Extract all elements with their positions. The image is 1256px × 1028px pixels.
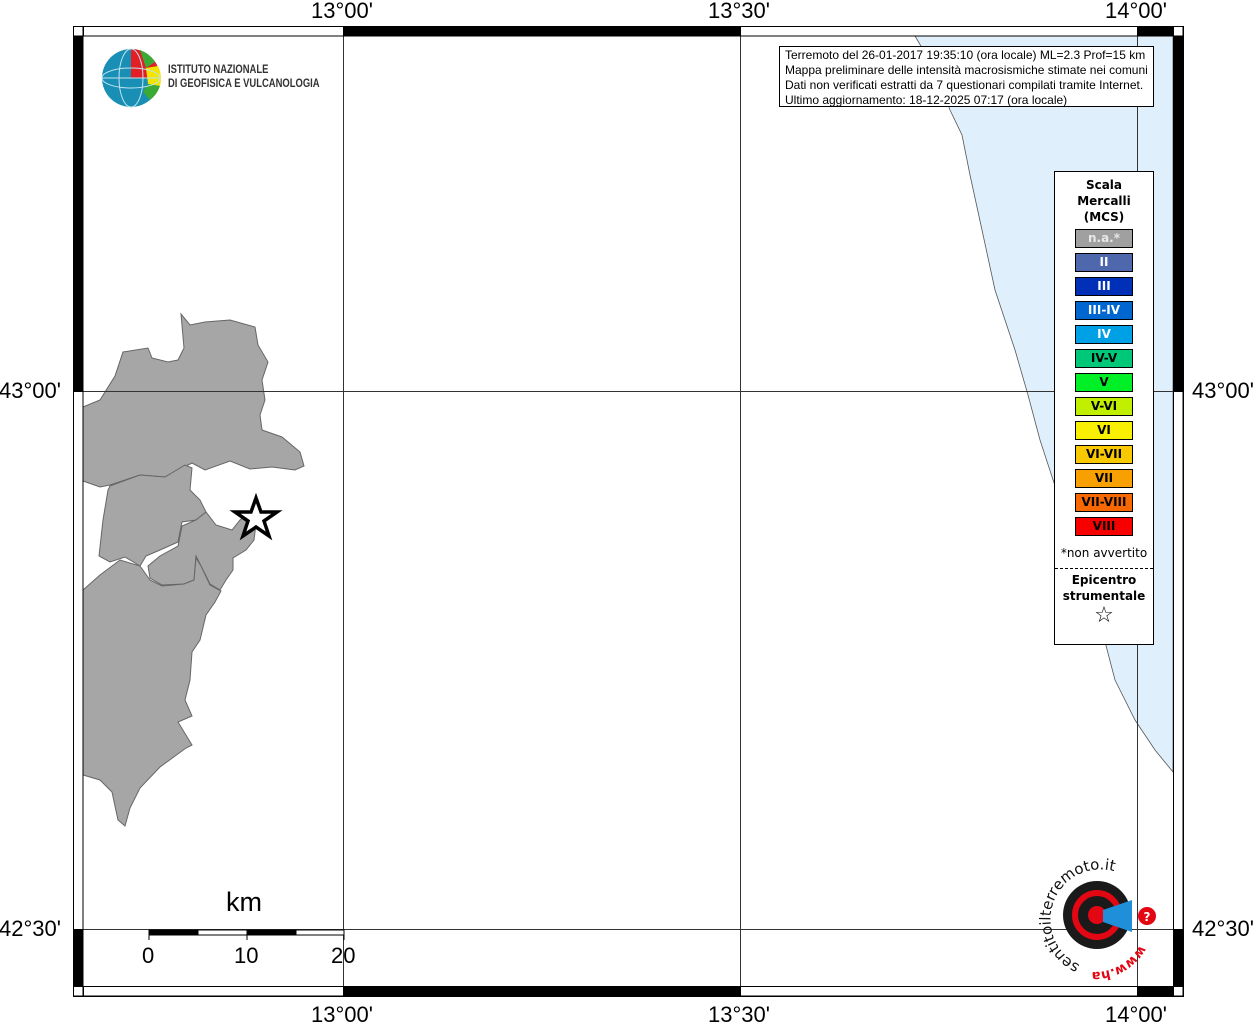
legend-divider	[1055, 568, 1153, 569]
lon-label-bottom-13-00: 13°00'	[311, 1002, 373, 1027]
scale-tick-20: 20	[331, 943, 356, 968]
legend-swatch: III-IV	[1075, 301, 1133, 320]
scale-tick-10: 10	[234, 943, 259, 968]
legend-swatch: IV-V	[1075, 349, 1133, 368]
lat-label-right-43-00: 43°00'	[1192, 378, 1254, 403]
lat-label-right-42-30: 42°30'	[1192, 916, 1254, 941]
lat-label-left-43-00: 43°00'	[0, 378, 61, 403]
scale-unit: km	[226, 887, 262, 917]
legend-epicenter-line2: strumentale	[1062, 589, 1146, 603]
ingv-logo-text: ISTITUTO NAZIONALE DI GEOFISICA E VULCAN…	[168, 63, 320, 91]
lon-label-bottom-13-30: 13°30'	[708, 1002, 770, 1027]
legend-swatch: VI-VII	[1075, 445, 1133, 464]
legend-swatch: n.a.*	[1075, 229, 1133, 248]
legend-swatch: II	[1075, 253, 1133, 272]
legend-swatch: V-VI	[1075, 397, 1133, 416]
legend-title-line1: Scala	[1085, 178, 1123, 192]
legend-epicenter-line1: Epicentro	[1071, 573, 1137, 587]
legend-swatch: IV	[1075, 325, 1133, 344]
legend-swatch: III	[1075, 277, 1133, 296]
legend-star-icon: ☆	[1094, 603, 1114, 628]
svg-text:?: ?	[1144, 910, 1151, 924]
info-line-map: Mappa preliminare delle intensità macros…	[785, 63, 1148, 77]
legend-swatch: VI	[1075, 421, 1133, 440]
legend-title: Scala Mercalli (MCS)	[1055, 177, 1153, 225]
lon-label-top-13-30: 13°30'	[708, 0, 770, 23]
ingv-line1: ISTITUTO NAZIONALE	[168, 64, 269, 76]
legend-swatch: VII-VIII	[1075, 493, 1133, 512]
legend-note: *non avvertito	[1060, 546, 1148, 560]
info-line-event: Terremoto del 26-01-2017 19:35:10 (ora l…	[785, 48, 1146, 62]
lon-label-top-14-00: 14°00'	[1105, 0, 1167, 23]
ingv-line2: DI GEOFISICA E VULCANOLOGIA	[168, 78, 320, 90]
legend-swatch: VIII	[1075, 517, 1133, 536]
lat-label-left-42-30: 42°30'	[0, 916, 61, 941]
lon-label-bottom-14-00: 14°00'	[1105, 1002, 1167, 1027]
info-line-data: Dati non verificati estratti da 7 questi…	[785, 78, 1144, 92]
info-line-update: Ultimo aggiornamento: 18-12-2025 07:17 (…	[785, 93, 1068, 107]
legend-title-line2: Mercalli	[1077, 194, 1131, 208]
mercalli-legend: Scala Mercalli (MCS) n.a.* II III III-IV IV I…	[1054, 171, 1154, 645]
event-info-box: Terremoto del 26-01-2017 19:35:10 (ora l…	[779, 46, 1154, 107]
legend-epicenter-label: Epicentro strumentale ☆	[1055, 572, 1153, 628]
legend-swatch: VII	[1075, 469, 1133, 488]
legend-title-line3: (MCS)	[1083, 210, 1125, 224]
lon-label-top-13-00: 13°00'	[311, 0, 373, 23]
legend-swatch: V	[1075, 373, 1133, 392]
scale-tick-0: 0	[142, 943, 155, 968]
